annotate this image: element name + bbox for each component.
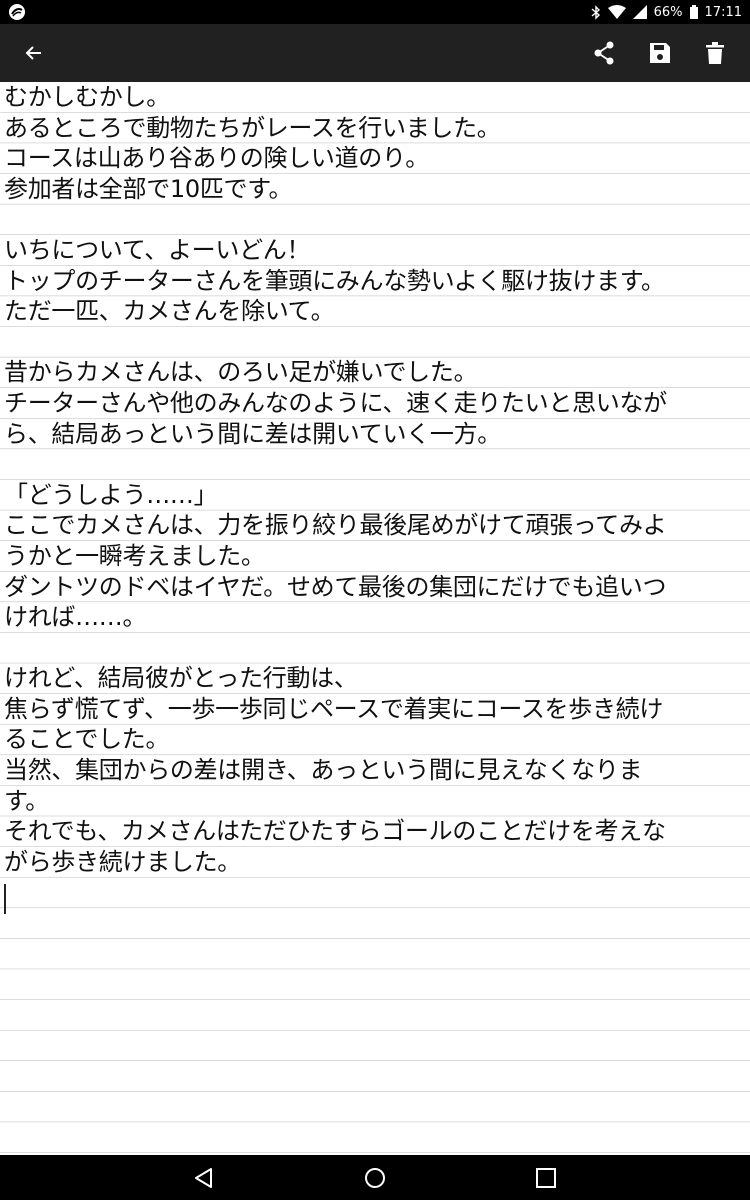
wifi-icon xyxy=(607,5,626,19)
text-line: ることでした。 xyxy=(4,725,170,754)
nav-recents-icon xyxy=(536,1168,556,1188)
text-line: ここでカメさんは、力を振り絞り最後尾めがけて頑張ってみよ xyxy=(4,511,667,540)
battery-icon xyxy=(689,5,698,19)
text-line: 参加者は全部で10匹です。 xyxy=(4,174,293,203)
back-arrow-icon xyxy=(25,46,41,60)
back-button[interactable] xyxy=(16,35,52,71)
text-line xyxy=(0,633,750,664)
text-line xyxy=(0,327,750,358)
text-line: す。 xyxy=(4,786,49,815)
nav-home-icon xyxy=(365,1168,385,1188)
share-button[interactable] xyxy=(586,35,622,71)
nav-home-button[interactable] xyxy=(358,1161,392,1195)
text-line: がら歩き続けました。 xyxy=(4,847,241,876)
clock: 17:11 xyxy=(704,4,742,20)
text-line: コースは山あり谷ありの険しい道のり。 xyxy=(4,144,429,173)
navigation-bar xyxy=(0,1155,750,1200)
share-icon xyxy=(594,41,614,65)
text-line xyxy=(0,204,750,235)
save-button[interactable] xyxy=(642,35,678,71)
text-line: いちについて、よーいどん！ xyxy=(4,235,311,264)
save-icon xyxy=(650,43,670,63)
text-line: 焦らず慌てず、一歩一歩同じペースで着実にコースを歩き続け xyxy=(4,694,664,723)
text-line: ければ……。 xyxy=(4,603,147,632)
text-cursor xyxy=(4,884,6,914)
status-bar: 66% 17:11 xyxy=(0,0,750,24)
text-line: 昔からカメさんは、のろい足が嫌いでした。 xyxy=(4,358,478,387)
text-line: チーターさんや他のみんなのように、速く走りたいと思いなが xyxy=(4,388,667,417)
text-line: ダントツのドベはイヤだ。せめて最後の集団にだけでも追いつ xyxy=(4,572,667,601)
app-notification-icon xyxy=(9,4,25,20)
bluetooth-icon xyxy=(591,4,600,20)
text-line: ら、結局あっという間に差は開いていく一方。 xyxy=(4,419,501,448)
note-editor[interactable]: むかしむかし。 あるところで動物たちがレースを行いました。 コースは山あり谷あり… xyxy=(0,82,750,1155)
text-line: トップのチーターさんを筆頭にみんな勢いよく駆け抜けます。 xyxy=(4,266,665,295)
app-toolbar xyxy=(0,24,750,82)
text-line: 当然、集団からの差は開き、あっという間に見えなくなりま xyxy=(4,756,643,785)
delete-button[interactable] xyxy=(697,35,733,71)
nav-back-button[interactable] xyxy=(186,1161,220,1195)
text-line xyxy=(0,449,750,480)
text-line: 「どうしよう……」 xyxy=(4,480,218,509)
text-line: ただ一匹、カメさんを除いて。 xyxy=(4,297,335,326)
delete-icon xyxy=(706,42,724,64)
nav-back-icon xyxy=(195,1168,212,1188)
text-line: うかと一瞬考えました。 xyxy=(4,541,265,570)
signal-icon xyxy=(632,5,647,19)
text-line: それでも、カメさんはただひたすらゴールのことだけを考えな xyxy=(4,817,666,846)
text-line: あるところで動物たちがレースを行いました。 xyxy=(4,113,501,142)
text-line: けれど、結局彼がとった行動は、 xyxy=(4,664,358,693)
battery-percent: 66% xyxy=(653,4,683,20)
nav-recents-button[interactable] xyxy=(529,1161,563,1195)
text-line: むかしむかし。 xyxy=(4,83,170,111)
